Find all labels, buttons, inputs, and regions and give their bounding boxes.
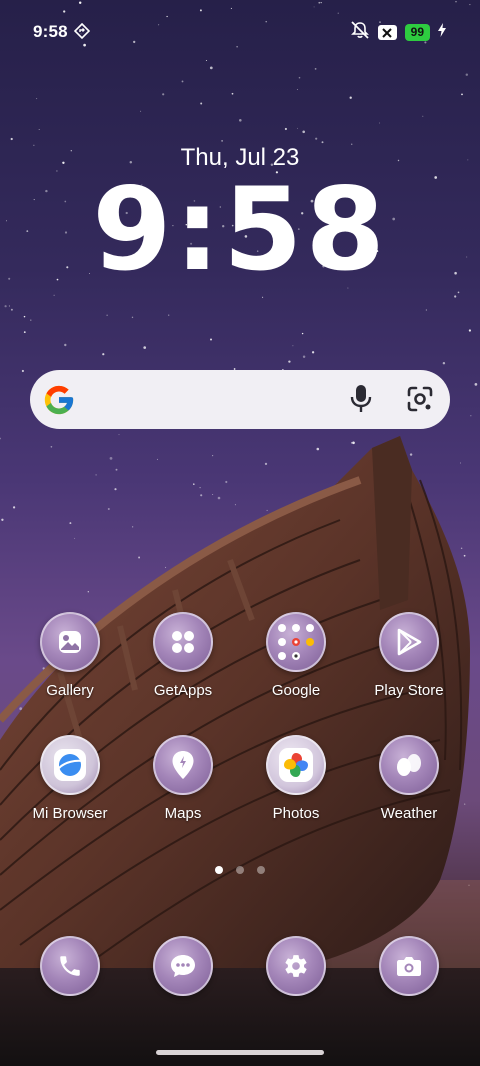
app-play-store[interactable]: Play Store	[354, 612, 464, 699]
maps-icon	[153, 735, 213, 795]
dock-phone[interactable]	[15, 936, 125, 996]
app-label: Maps	[164, 805, 202, 822]
google-logo-icon	[42, 383, 76, 422]
charging-bolt-icon	[438, 23, 446, 42]
settings-icon	[266, 936, 326, 996]
google-search-bar[interactable]	[30, 370, 450, 429]
page-dot-2[interactable]	[236, 866, 244, 874]
app-label: Weather	[380, 805, 438, 822]
navigation-diamond-icon	[73, 22, 91, 44]
app-label: Photos	[272, 805, 320, 822]
home-screen: 9:58 99 Thu, Jul 23 9:58 Gallery GetApps…	[0, 0, 480, 1066]
getapps-icon	[153, 612, 213, 672]
home-gesture-bar[interactable]	[156, 1050, 324, 1055]
photos-icon	[266, 735, 326, 795]
phone-icon	[40, 936, 100, 996]
dock-settings[interactable]	[241, 936, 351, 996]
page-dot-3[interactable]	[257, 866, 265, 874]
clock-time[interactable]: 9:58	[0, 170, 480, 290]
messages-icon	[153, 936, 213, 996]
mi-browser-icon	[40, 735, 100, 795]
status-bar: 9:58 99	[0, 0, 480, 62]
app-google-folder[interactable]: Google	[241, 612, 351, 699]
page-indicator[interactable]	[0, 866, 480, 874]
microphone-icon[interactable]	[348, 383, 374, 420]
app-label: GetApps	[153, 682, 213, 699]
app-mi-browser[interactable]: Mi Browser	[15, 735, 125, 822]
gallery-icon	[40, 612, 100, 672]
google-folder-icon	[266, 612, 326, 672]
dock-messages[interactable]	[128, 936, 238, 996]
notifications-off-icon	[350, 21, 370, 44]
app-getapps[interactable]: GetApps	[128, 612, 238, 699]
camera-icon	[379, 936, 439, 996]
lens-camera-icon[interactable]	[406, 385, 434, 418]
app-gallery[interactable]: Gallery	[15, 612, 125, 699]
app-weather[interactable]: Weather	[354, 735, 464, 822]
app-label: Play Store	[374, 682, 444, 699]
app-label: Gallery	[46, 682, 94, 699]
page-dot-1[interactable]	[215, 866, 223, 874]
app-maps[interactable]: Maps	[128, 735, 238, 822]
weather-icon	[379, 735, 439, 795]
status-time: 9:58	[33, 22, 68, 41]
dock-camera[interactable]	[354, 936, 464, 996]
battery-icon: 99	[404, 24, 430, 41]
app-label: Mi Browser	[32, 805, 108, 822]
play-store-icon	[379, 612, 439, 672]
app-photos[interactable]: Photos	[241, 735, 351, 822]
x-badge-icon	[377, 25, 397, 40]
app-label: Google	[271, 682, 321, 699]
